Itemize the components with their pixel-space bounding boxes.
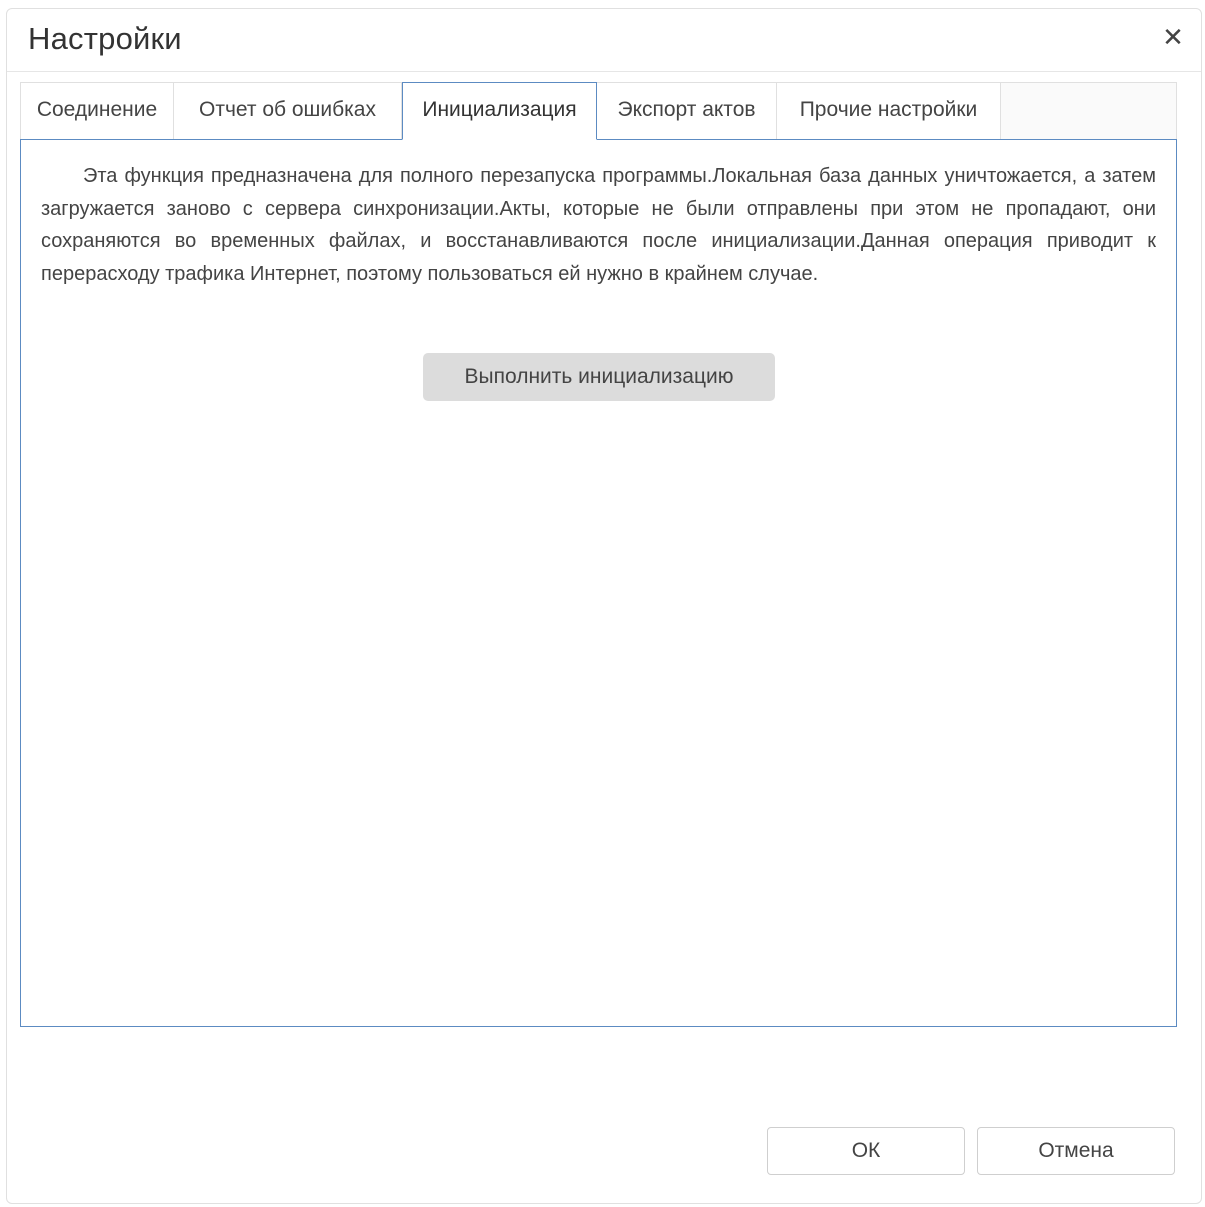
run-initialization-button[interactable]: Выполнить инициализацию [423, 353, 775, 401]
dialog-title: Настройки [28, 21, 182, 56]
tab-error-report[interactable]: Отчет об ошибках [174, 83, 402, 139]
initialization-panel: Эта функция предназначена для полного пе… [20, 139, 1177, 1027]
tab-other-settings[interactable]: Прочие настройки [777, 83, 1001, 139]
settings-tabs: Соединение Отчет об ошибках Инициализаци… [20, 82, 1177, 140]
initialization-description: Эта функция предназначена для полного пе… [41, 165, 1156, 285]
ok-button[interactable]: ОК [767, 1127, 965, 1175]
close-icon[interactable]: ✕ [1159, 23, 1187, 51]
tab-initialization[interactable]: Инициализация [402, 82, 597, 140]
tab-export-acts[interactable]: Экспорт актов [597, 83, 777, 139]
tab-strip-filler [1001, 83, 1176, 140]
cancel-button[interactable]: Отмена [977, 1127, 1175, 1175]
dialog-titlebar: Настройки ✕ [7, 9, 1201, 72]
tab-connection[interactable]: Соединение [21, 83, 174, 139]
